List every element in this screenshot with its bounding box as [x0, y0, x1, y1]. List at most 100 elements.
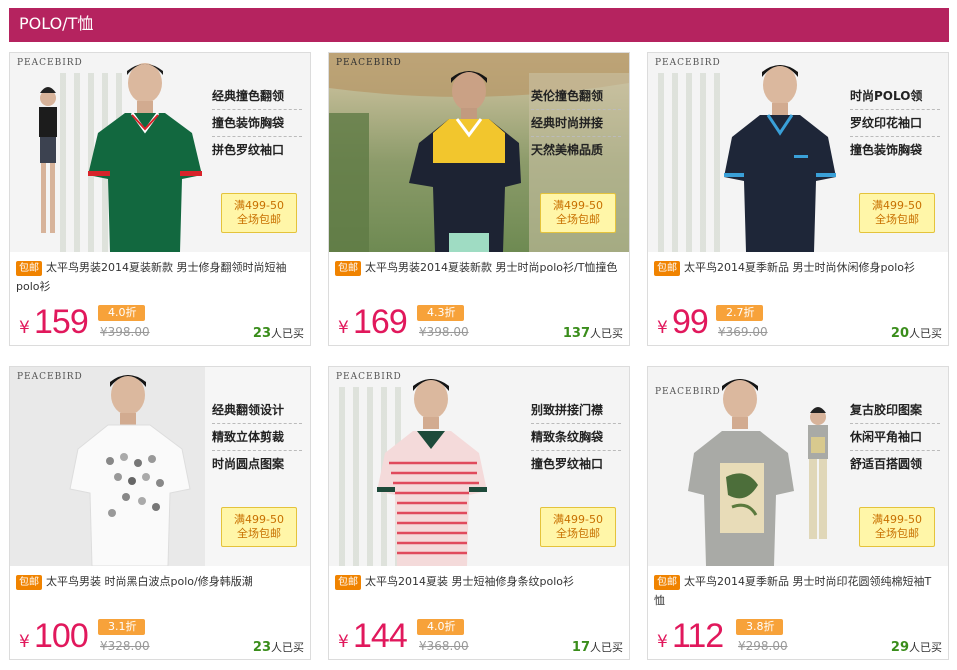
- product-title: 太平鸟男装2014夏装新款 男士修身翻领时尚短袖polo衫: [16, 261, 287, 293]
- sale-price: 144: [353, 617, 408, 655]
- feature-list: 复古胶印图案 休闲平角袖口 舒适百搭圆领: [850, 397, 940, 477]
- original-price: ¥398.00: [100, 325, 150, 339]
- sale-price: 169: [353, 303, 408, 341]
- sold-count: 17人已买: [572, 639, 623, 655]
- sold-count: 29人已买: [891, 639, 942, 655]
- product-title-link[interactable]: 包邮 太平鸟男装2014夏装新款 男士修身翻领时尚短袖polo衫: [16, 258, 304, 296]
- currency-symbol: ¥: [19, 632, 30, 652]
- brand-logo: PEACEBIRD: [17, 58, 83, 68]
- promo-badge: 满499-50 全场包邮: [221, 193, 297, 233]
- brand-logo: PEACEBIRD: [17, 372, 83, 382]
- promo-line: 满499-50: [553, 199, 603, 212]
- original-price: ¥369.00: [718, 325, 768, 339]
- currency-symbol: ¥: [338, 318, 349, 338]
- product-card[interactable]: PEACEBIRD 经典撞色翻领 撞色装饰胸袋 拼色罗纹袖口 满499-50 全…: [9, 52, 311, 346]
- sale-price: 112: [672, 617, 724, 655]
- promo-badge: 满499-50 全场包邮: [540, 193, 616, 233]
- promo-line: 全场包邮: [875, 213, 919, 226]
- price-row: ¥ 112 3.8折 ¥298.00 29人已买: [654, 617, 944, 657]
- price-row: ¥ 100 3.1折 ¥328.00 23人已买: [16, 617, 306, 657]
- feature-item: 时尚POLO领: [850, 83, 940, 110]
- currency-symbol: ¥: [657, 632, 668, 652]
- product-card[interactable]: PEACEBIRD 别致拼接门襟 精致条纹胸袋 撞色罗纹袖口 满499-50 全…: [328, 366, 630, 660]
- sold-label: 人已买: [271, 327, 304, 340]
- brand-logo: PEACEBIRD: [655, 58, 721, 68]
- promo-badge: 满499-50 全场包邮: [859, 193, 935, 233]
- original-price: ¥368.00: [419, 639, 469, 653]
- feature-item: 经典撞色翻领: [212, 83, 302, 110]
- product-image[interactable]: PEACEBIRD 时尚POLO领 罗纹印花袖口 撞色装饰胸袋 满499-50 …: [648, 53, 948, 252]
- product-image[interactable]: PEACEBIRD 经典翻领设计 精致立体剪裁 时尚圆点图案 满499-50 全…: [10, 367, 310, 566]
- product-image[interactable]: PEACEBIRD 复古胶印图案 休闲平角袖口 舒适百搭圆领 满499-50 全…: [648, 367, 948, 566]
- product-card[interactable]: PEACEBIRD 时尚POLO领 罗纹印花袖口 撞色装饰胸袋 满499-50 …: [647, 52, 949, 346]
- feature-list: 英伦撞色翻领 经典时尚拼接 天然美棉品质: [531, 83, 621, 163]
- feature-item: 精致条纹胸袋: [531, 424, 621, 451]
- product-card[interactable]: PEACEBIRD 英伦撞色翻领 经典时尚拼接 天然美棉品质 满499-50 全…: [328, 52, 630, 346]
- product-title-link[interactable]: 包邮 太平鸟2014夏季新品 男士时尚印花圆领纯棉短袖T恤: [654, 572, 942, 610]
- promo-line: 满499-50: [234, 513, 284, 526]
- free-shipping-tag: 包邮: [654, 261, 680, 276]
- discount-badge: 3.1折: [98, 619, 145, 635]
- feature-item: 舒适百搭圆领: [850, 457, 923, 471]
- discount-badge: 4.0折: [417, 619, 464, 635]
- feature-item: 拼色罗纹袖口: [212, 143, 285, 157]
- sold-label: 人已买: [590, 327, 623, 340]
- sold-number: 23: [252, 326, 271, 341]
- sold-count: 137人已买: [563, 325, 623, 341]
- price-row: ¥ 99 2.7折 ¥369.00 20人已买: [654, 303, 944, 343]
- promo-badge: 满499-50 全场包邮: [859, 507, 935, 547]
- product-card[interactable]: PEACEBIRD 复古胶印图案 休闲平角袖口 舒适百搭圆领 满499-50 全…: [647, 366, 949, 660]
- sold-number: 29: [890, 640, 909, 655]
- sold-label: 人已买: [909, 327, 942, 340]
- feature-list: 别致拼接门襟 精致条纹胸袋 撞色罗纹袖口: [531, 397, 621, 477]
- price-row: ¥ 159 4.0折 ¥398.00 23人已买: [16, 303, 306, 343]
- price-row: ¥ 144 4.0折 ¥368.00 17人已买: [335, 617, 625, 657]
- sale-price: 100: [34, 617, 89, 655]
- feature-item: 经典翻领设计: [212, 397, 302, 424]
- original-price: ¥328.00: [100, 639, 150, 653]
- product-title-link[interactable]: 包邮 太平鸟男装 时尚黑白波点polo/修身韩版潮: [16, 572, 304, 610]
- feature-item: 精致立体剪裁: [212, 424, 302, 451]
- product-image[interactable]: PEACEBIRD 经典撞色翻领 撞色装饰胸袋 拼色罗纹袖口 满499-50 全…: [10, 53, 310, 252]
- promo-line: 全场包邮: [237, 213, 281, 226]
- promo-line: 满499-50: [872, 513, 922, 526]
- price-row: ¥ 169 4.3折 ¥398.00 137人已买: [335, 303, 625, 343]
- promo-badge: 满499-50 全场包邮: [221, 507, 297, 547]
- sold-number: 137: [562, 326, 590, 341]
- feature-item: 休闲平角袖口: [850, 424, 940, 451]
- category-header: POLO/T恤: [9, 8, 949, 42]
- feature-item: 别致拼接门襟: [531, 397, 621, 424]
- product-title: 太平鸟男装 时尚黑白波点polo/修身韩版潮: [46, 575, 253, 588]
- sold-label: 人已买: [909, 641, 942, 654]
- product-image[interactable]: PEACEBIRD 英伦撞色翻领 经典时尚拼接 天然美棉品质 满499-50 全…: [329, 53, 629, 252]
- category-title: POLO/T恤: [19, 14, 94, 33]
- sold-label: 人已买: [271, 641, 304, 654]
- sold-label: 人已买: [590, 641, 623, 654]
- discount-badge: 2.7折: [716, 305, 763, 321]
- feature-item: 撞色罗纹袖口: [531, 457, 604, 471]
- currency-symbol: ¥: [657, 318, 668, 338]
- sold-count: 23人已买: [253, 639, 304, 655]
- product-image[interactable]: PEACEBIRD 别致拼接门襟 精致条纹胸袋 撞色罗纹袖口 满499-50 全…: [329, 367, 629, 566]
- product-card[interactable]: PEACEBIRD 经典翻领设计 精致立体剪裁 时尚圆点图案 满499-50 全…: [9, 366, 311, 660]
- sale-price: 159: [34, 303, 89, 341]
- feature-item: 天然美棉品质: [531, 143, 604, 157]
- product-grid: PEACEBIRD 经典撞色翻领 撞色装饰胸袋 拼色罗纹袖口 满499-50 全…: [9, 52, 949, 662]
- product-title-link[interactable]: 包邮 太平鸟2014夏装 男士短袖修身条纹polo衫: [335, 572, 623, 610]
- sold-number: 17: [571, 640, 590, 655]
- product-title-link[interactable]: 包邮 太平鸟2014夏季新品 男士时尚休闲修身polo衫: [654, 258, 942, 296]
- product-title: 太平鸟男装2014夏装新款 男士时尚polo衫/T恤撞色: [365, 261, 618, 274]
- brand-logo: PEACEBIRD: [336, 58, 402, 68]
- sold-number: 23: [252, 640, 271, 655]
- feature-list: 时尚POLO领 罗纹印花袖口 撞色装饰胸袋: [850, 83, 940, 163]
- promo-line: 全场包邮: [556, 527, 600, 540]
- sold-number: 20: [890, 326, 909, 341]
- feature-item: 经典时尚拼接: [531, 110, 621, 137]
- original-price: ¥398.00: [419, 325, 469, 339]
- product-title-link[interactable]: 包邮 太平鸟男装2014夏装新款 男士时尚polo衫/T恤撞色: [335, 258, 623, 296]
- product-title: 太平鸟2014夏装 男士短袖修身条纹polo衫: [365, 575, 574, 588]
- feature-item: 复古胶印图案: [850, 397, 940, 424]
- sold-count: 20人已买: [891, 325, 942, 341]
- brand-logo: PEACEBIRD: [655, 387, 721, 397]
- sale-price: 99: [672, 303, 709, 341]
